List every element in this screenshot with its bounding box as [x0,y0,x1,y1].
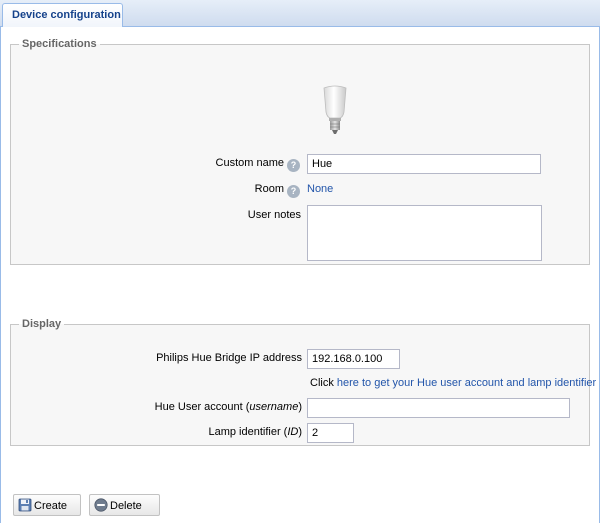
specifications-fieldset: Specifications Custom name ? Hue Room ? … [10,38,590,265]
help-icon[interactable]: ? [287,159,300,172]
user-notes-label: User notes [247,209,301,221]
create-button[interactable]: Create [13,494,81,516]
bridge-ip-input[interactable] [307,349,400,369]
bridge-ip-label: Philips Hue Bridge IP address [156,352,302,364]
user-account-input[interactable] [307,398,570,418]
tab-bar: Device configuration [0,0,600,28]
device-configuration-panel: Specifications Custom name ? Hue Room ? … [0,27,600,523]
display-legend: Display [22,318,62,330]
custom-name-label-row: Custom name? [216,157,300,172]
click-prefix: Click [310,377,334,389]
help-icon[interactable]: ? [287,185,300,198]
hue-bulb-icon [323,85,347,134]
minus-circle-icon [94,498,108,512]
user-notes-textarea[interactable] [307,205,542,261]
tab-device-configuration[interactable]: Device configuration [2,3,123,28]
custom-name-input[interactable] [307,154,541,174]
account-help-row: Click here to get your Hue user account … [310,377,596,389]
create-button-label: Create [34,500,68,512]
room-label: Room [254,183,284,195]
save-icon [18,498,32,512]
lamp-id-label: Lamp identifier (ID) [208,426,302,438]
user-account-label: Hue User account (username) [154,401,302,413]
room-value-link[interactable]: None [307,183,333,195]
lamp-id-input[interactable] [307,423,354,443]
delete-button[interactable]: Delete [89,494,160,516]
custom-name-label: Custom name [215,157,284,169]
specifications-legend: Specifications [22,38,97,50]
delete-button-label: Delete [110,500,142,512]
get-user-account-link[interactable]: here to get your Hue user account and la… [337,377,596,389]
room-label-row: Room? [255,183,300,198]
display-fieldset: Display Philips Hue Bridge IP address Cl… [10,318,596,446]
